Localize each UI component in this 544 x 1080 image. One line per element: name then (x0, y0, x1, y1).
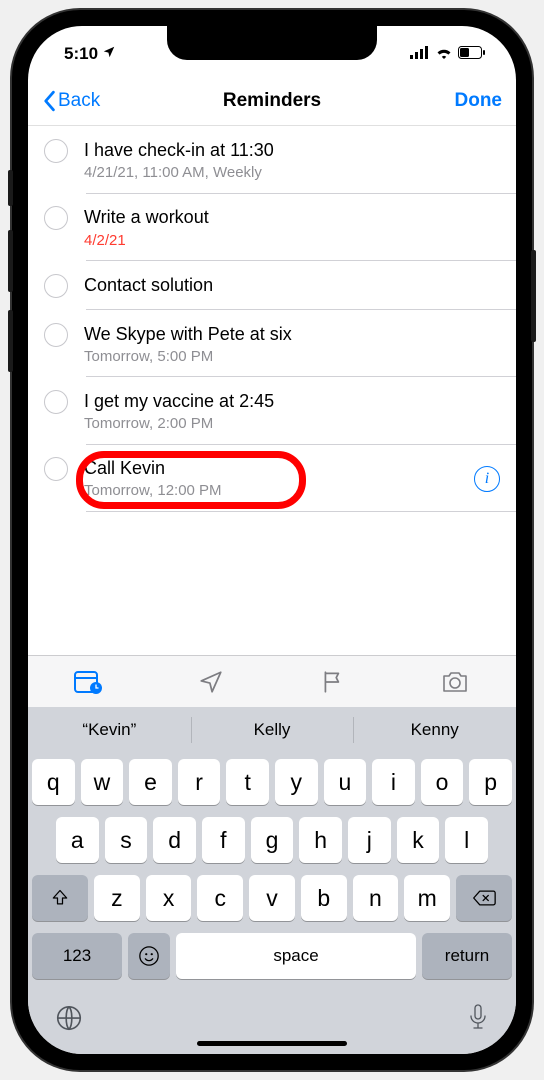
key-g[interactable]: g (251, 817, 294, 863)
reminder-subtitle: 4/2/21 (84, 232, 500, 249)
suggestion-2[interactable]: Kelly (191, 707, 354, 753)
camera-icon (440, 670, 470, 694)
reminder-complete-toggle[interactable] (44, 323, 68, 347)
location-arrow-icon (198, 669, 224, 695)
reminder-complete-toggle[interactable] (44, 206, 68, 230)
key-a[interactable]: a (56, 817, 99, 863)
reminder-title[interactable]: I have check-in at 11:30 (84, 138, 500, 162)
key-i[interactable]: i (372, 759, 415, 805)
flag-button[interactable] (303, 669, 363, 695)
calendar-button[interactable] (59, 669, 119, 695)
keyboard: “Kevin” Kelly Kenny qwertyuiop asdfghjkl… (28, 707, 516, 1054)
reminder-item[interactable]: We Skype with Pete at six Tomorrow, 5:00 … (28, 310, 516, 377)
signal-icon (410, 44, 430, 64)
key-p[interactable]: p (469, 759, 512, 805)
reminder-subtitle: Tomorrow, 5:00 PM (84, 348, 500, 365)
key-y[interactable]: y (275, 759, 318, 805)
reminder-info-button[interactable]: i (474, 466, 500, 492)
key-m[interactable]: m (404, 875, 450, 921)
reminder-item[interactable]: I get my vaccine at 2:45 Tomorrow, 2:00 P… (28, 377, 516, 444)
page-title: Reminders (223, 90, 321, 112)
key-h[interactable]: h (299, 817, 342, 863)
reminder-detail-toolbar (28, 655, 516, 707)
notch (167, 26, 377, 60)
flag-icon (320, 669, 346, 695)
key-v[interactable]: v (249, 875, 295, 921)
suggestion-3[interactable]: Kenny (353, 707, 516, 753)
location-services-icon (102, 44, 116, 64)
key-n[interactable]: n (353, 875, 399, 921)
back-label: Back (58, 90, 100, 112)
screen: 5:10 Back (28, 26, 516, 1054)
key-r[interactable]: r (178, 759, 221, 805)
backspace-key[interactable] (456, 875, 512, 921)
globe-key[interactable] (54, 1003, 84, 1038)
key-w[interactable]: w (81, 759, 124, 805)
key-d[interactable]: d (153, 817, 196, 863)
shift-icon (50, 888, 70, 908)
emoji-key[interactable] (128, 933, 170, 979)
reminder-subtitle: Tomorrow, 2:00 PM (84, 415, 500, 432)
location-button[interactable] (181, 669, 241, 695)
key-s[interactable]: s (105, 817, 148, 863)
reminder-title[interactable]: Call Kevin (84, 456, 466, 480)
suggestion-bar: “Kevin” Kelly Kenny (28, 707, 516, 753)
reminder-item[interactable]: Contact solution (28, 261, 516, 310)
reminder-item[interactable]: I have check-in at 11:30 4/21/21, 11:00 A… (28, 126, 516, 193)
key-e[interactable]: e (129, 759, 172, 805)
status-time: 5:10 (64, 44, 98, 64)
reminders-list[interactable]: I have check-in at 11:30 4/21/21, 11:00 A… (28, 126, 516, 655)
key-k[interactable]: k (397, 817, 440, 863)
key-u[interactable]: u (324, 759, 367, 805)
key-f[interactable]: f (202, 817, 245, 863)
key-b[interactable]: b (301, 875, 347, 921)
reminder-complete-toggle[interactable] (44, 457, 68, 481)
reminder-complete-toggle[interactable] (44, 390, 68, 414)
mic-icon (466, 1003, 490, 1033)
reminder-item[interactable]: Write a workout 4/2/21 (28, 193, 516, 260)
key-l[interactable]: l (445, 817, 488, 863)
key-t[interactable]: t (226, 759, 269, 805)
reminder-title[interactable]: Write a workout (84, 205, 500, 229)
key-j[interactable]: j (348, 817, 391, 863)
done-button[interactable]: Done (455, 90, 503, 112)
home-indicator[interactable] (197, 1041, 347, 1046)
shift-key[interactable] (32, 875, 88, 921)
reminder-complete-toggle[interactable] (44, 274, 68, 298)
return-key[interactable]: return (422, 933, 512, 979)
battery-icon (458, 44, 486, 64)
key-z[interactable]: z (94, 875, 140, 921)
suggestion-1[interactable]: “Kevin” (28, 707, 191, 753)
reminder-title[interactable]: We Skype with Pete at six (84, 322, 500, 346)
nav-bar: Back Reminders Done (28, 76, 516, 126)
key-x[interactable]: x (146, 875, 192, 921)
space-key[interactable]: space (176, 933, 416, 979)
globe-icon (54, 1003, 84, 1033)
dictation-key[interactable] (466, 1003, 490, 1038)
key-o[interactable]: o (421, 759, 464, 805)
wifi-icon (435, 44, 453, 64)
calendar-clock-icon (74, 669, 104, 695)
reminder-title[interactable]: I get my vaccine at 2:45 (84, 389, 500, 413)
reminder-complete-toggle[interactable] (44, 139, 68, 163)
reminder-subtitle: Tomorrow, 12:00 PM (84, 482, 466, 499)
key-q[interactable]: q (32, 759, 75, 805)
key-c[interactable]: c (197, 875, 243, 921)
reminder-title[interactable]: Contact solution (84, 273, 500, 297)
emoji-icon (138, 945, 160, 967)
numbers-key[interactable]: 123 (32, 933, 122, 979)
back-button[interactable]: Back (42, 90, 100, 112)
backspace-icon (472, 889, 496, 907)
reminder-subtitle: 4/21/21, 11:00 AM, Weekly (84, 164, 500, 181)
reminder-item[interactable]: Call Kevin Tomorrow, 12:00 PM i (28, 444, 516, 511)
chevron-left-icon (42, 90, 56, 112)
phone-frame: 5:10 Back (12, 10, 532, 1070)
photo-button[interactable] (425, 670, 485, 694)
